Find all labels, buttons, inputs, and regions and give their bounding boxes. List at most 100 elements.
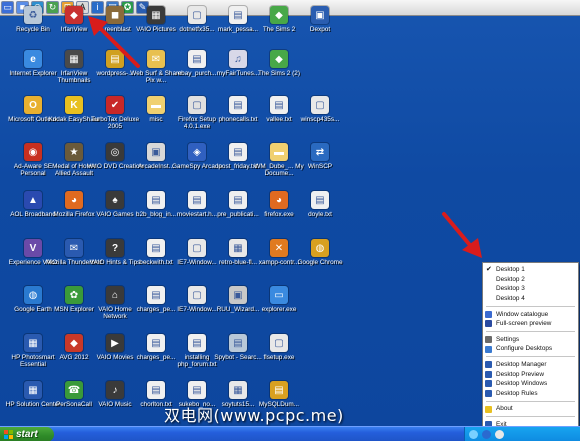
annotation-arrow-toolbar bbox=[88, 16, 140, 68]
system-tray bbox=[464, 427, 580, 441]
menu-item-label: Desktop Preview bbox=[496, 370, 544, 378]
html-file-icon: ▤ bbox=[188, 50, 206, 68]
dexpot-icon: ▣ bbox=[311, 6, 329, 24]
installer-icon: ▢ bbox=[188, 239, 206, 257]
menu-item-desktop-1[interactable]: ✔ Desktop 1 bbox=[483, 265, 578, 275]
installer-icon: ▢ bbox=[270, 334, 288, 352]
menu-item-desktop-2[interactable]: Desktop 2 bbox=[483, 275, 578, 285]
vaio-hints-icon: ? bbox=[106, 239, 124, 257]
desktop-icon[interactable]: ▤ doyle.txt bbox=[293, 191, 347, 233]
desktop-icon[interactable]: ▢ winscp435s... bbox=[293, 96, 347, 138]
menu-item-desktop-windows[interactable]: Desktop Windows bbox=[483, 379, 578, 389]
gamespy-icon: ◈ bbox=[188, 143, 206, 161]
menu-item-label: Desktop Manager bbox=[496, 361, 547, 369]
menu-item-label: Desktop 1 bbox=[496, 266, 525, 274]
desktop-icon[interactable]: ◍ Google Chrome bbox=[293, 239, 347, 281]
installer-icon: ▢ bbox=[311, 96, 329, 114]
installer-icon: ▢ bbox=[188, 286, 206, 304]
text-file-icon: ▤ bbox=[147, 286, 165, 304]
experience-vaio-icon: V bbox=[24, 239, 42, 257]
watermark: 双电网(www.pcpc.me) bbox=[164, 406, 344, 425]
recycle-bin-icon: ♻ bbox=[24, 6, 42, 24]
text-file-icon: ▤ bbox=[311, 191, 329, 209]
menu-item-label: Desktop Rules bbox=[496, 389, 538, 397]
text-file-icon: ▤ bbox=[188, 381, 206, 399]
annotation-arrow-menu bbox=[442, 212, 482, 258]
hp-photosmart-icon: ▦ bbox=[24, 334, 42, 352]
menu-separator bbox=[486, 305, 575, 307]
text-file-icon: ▤ bbox=[270, 96, 288, 114]
menu-item-about[interactable]: About bbox=[483, 404, 578, 414]
text-file-icon: ▤ bbox=[229, 191, 247, 209]
spybot-icon: ▤ bbox=[229, 334, 247, 352]
hp-solution-center-icon: ▦ bbox=[24, 381, 42, 399]
menu-item-desktop-4[interactable]: Desktop 4 bbox=[483, 294, 578, 304]
window-catalogue-icon bbox=[485, 310, 492, 318]
html-file-icon: ▤ bbox=[188, 191, 206, 209]
ad-aware-icon: ◉ bbox=[24, 143, 42, 161]
checkmark-icon: ✔ bbox=[486, 266, 492, 274]
volume-icon[interactable] bbox=[495, 430, 504, 439]
irfanview-icon: ◆ bbox=[65, 6, 83, 24]
menu-item-label: About bbox=[496, 405, 513, 413]
personacall-icon: ☎ bbox=[65, 381, 83, 399]
avg-icon: ◆ bbox=[65, 334, 83, 352]
settings-icon bbox=[485, 336, 492, 344]
about-icon bbox=[485, 405, 492, 413]
dexpot-context-menu: ✔ Desktop 1 Desktop 2 Desktop 3 Desktop 4 Win… bbox=[482, 262, 579, 436]
xampp-icon: ✕ bbox=[270, 239, 288, 257]
menu-separator bbox=[486, 416, 575, 418]
desktop-manager-icon bbox=[485, 361, 492, 369]
start-button[interactable]: start bbox=[0, 427, 54, 441]
ruu-wizard-icon: ▣ bbox=[229, 286, 247, 304]
menu-item-label: Desktop Windows bbox=[496, 380, 548, 388]
winscp-icon: ⇄ bbox=[311, 143, 329, 161]
desktop-icon[interactable]: ▢ flsetup.exe bbox=[252, 334, 306, 376]
menu-item-full-screen-preview[interactable]: Full-screen preview bbox=[483, 319, 578, 329]
installer-icon: ▢ bbox=[188, 6, 206, 24]
text-file-icon: ▤ bbox=[147, 239, 165, 257]
configure-desktops-icon bbox=[485, 345, 492, 353]
vaio-home-network-icon: ⌂ bbox=[106, 286, 124, 304]
desktop-icon-label: doyle.txt bbox=[308, 211, 332, 218]
text-file-icon: ▤ bbox=[229, 143, 247, 161]
menu-separator bbox=[486, 400, 575, 402]
desktop-icon[interactable]: ⇄ WinSCP bbox=[293, 143, 347, 185]
image-file-icon: ▦ bbox=[229, 239, 247, 257]
web-surf-icon: ✉ bbox=[147, 50, 165, 68]
kodak-icon: K bbox=[65, 96, 83, 114]
documents-icon: ▬ bbox=[270, 143, 288, 161]
desktop-icon[interactable]: ▣ Dexpot bbox=[293, 6, 347, 48]
menu-item-desktop-3[interactable]: Desktop 3 bbox=[483, 284, 578, 294]
menu-separator bbox=[486, 331, 575, 333]
thunderbird-icon: ✉ bbox=[65, 239, 83, 257]
desktop-background: ▭■◍↻⊞Ai▤✪✎ ♻Recycle Bin◆IrfanView◼...ree… bbox=[0, 0, 580, 441]
desktop-icon-label: winscp435s... bbox=[300, 116, 340, 123]
text-file-icon: ▤ bbox=[188, 334, 206, 352]
desktop-icon-label: The Sims 2 (2) bbox=[258, 70, 300, 77]
menu-item-settings[interactable]: Settings bbox=[483, 335, 578, 345]
desktop-icon[interactable]: ▭ explorer.exe bbox=[252, 286, 306, 328]
menu-item-configure-desktops[interactable]: Configure Desktops bbox=[483, 344, 578, 354]
firefox-exe-icon: ◕ bbox=[270, 191, 288, 209]
start-label: start bbox=[16, 429, 38, 440]
menu-item-label: Configure Desktops bbox=[496, 345, 553, 353]
text-file-icon: ▤ bbox=[147, 381, 165, 399]
taskbar: start bbox=[0, 426, 580, 441]
desktop-icon-label: Google Chrome bbox=[297, 259, 343, 266]
myfairtunes-icon: ♫ bbox=[229, 50, 247, 68]
network-icon[interactable] bbox=[469, 430, 478, 439]
dexpot-tray-icon[interactable] bbox=[482, 430, 491, 439]
desktop-icon-label: Dexpot bbox=[309, 26, 331, 33]
menu-item-desktop-preview[interactable]: Desktop Preview bbox=[483, 369, 578, 379]
menu-item-desktop-rules[interactable]: Desktop Rules bbox=[483, 389, 578, 399]
file-icon: ▤ bbox=[229, 6, 247, 24]
desktop-icon[interactable]: ◆ The Sims 2 (2) bbox=[252, 50, 306, 92]
firefox-icon: ◕ bbox=[65, 191, 83, 209]
msn-icon: ✿ bbox=[65, 286, 83, 304]
menu-item-window-catalogue[interactable]: Window catalogue bbox=[483, 309, 578, 319]
google-earth-icon: ◍ bbox=[24, 286, 42, 304]
menu-item-desktop-manager[interactable]: Desktop Manager bbox=[483, 360, 578, 370]
menu-item-label: Desktop 2 bbox=[496, 275, 525, 283]
menu-item-label: Settings bbox=[496, 335, 520, 343]
